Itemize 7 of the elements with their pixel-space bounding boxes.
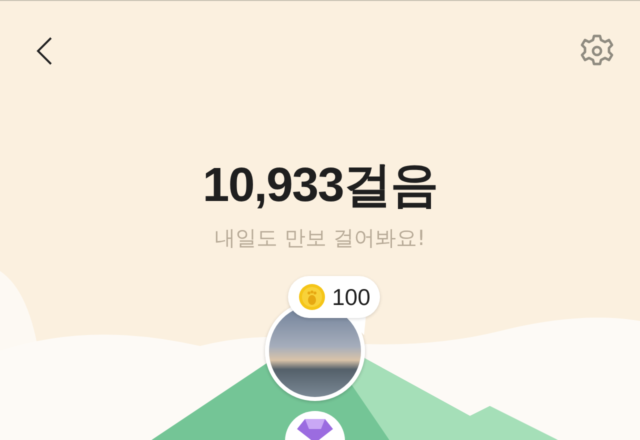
step-count: 10,933걸음 xyxy=(202,158,438,214)
back-icon[interactable] xyxy=(36,36,54,66)
gem-icon xyxy=(297,419,333,440)
coin-footprint-icon xyxy=(298,283,326,311)
reward-amount: 100 xyxy=(332,284,370,310)
encouragement-text: 내일도 만보 걸어봐요! xyxy=(214,225,426,252)
settings-icon[interactable] xyxy=(580,34,614,68)
